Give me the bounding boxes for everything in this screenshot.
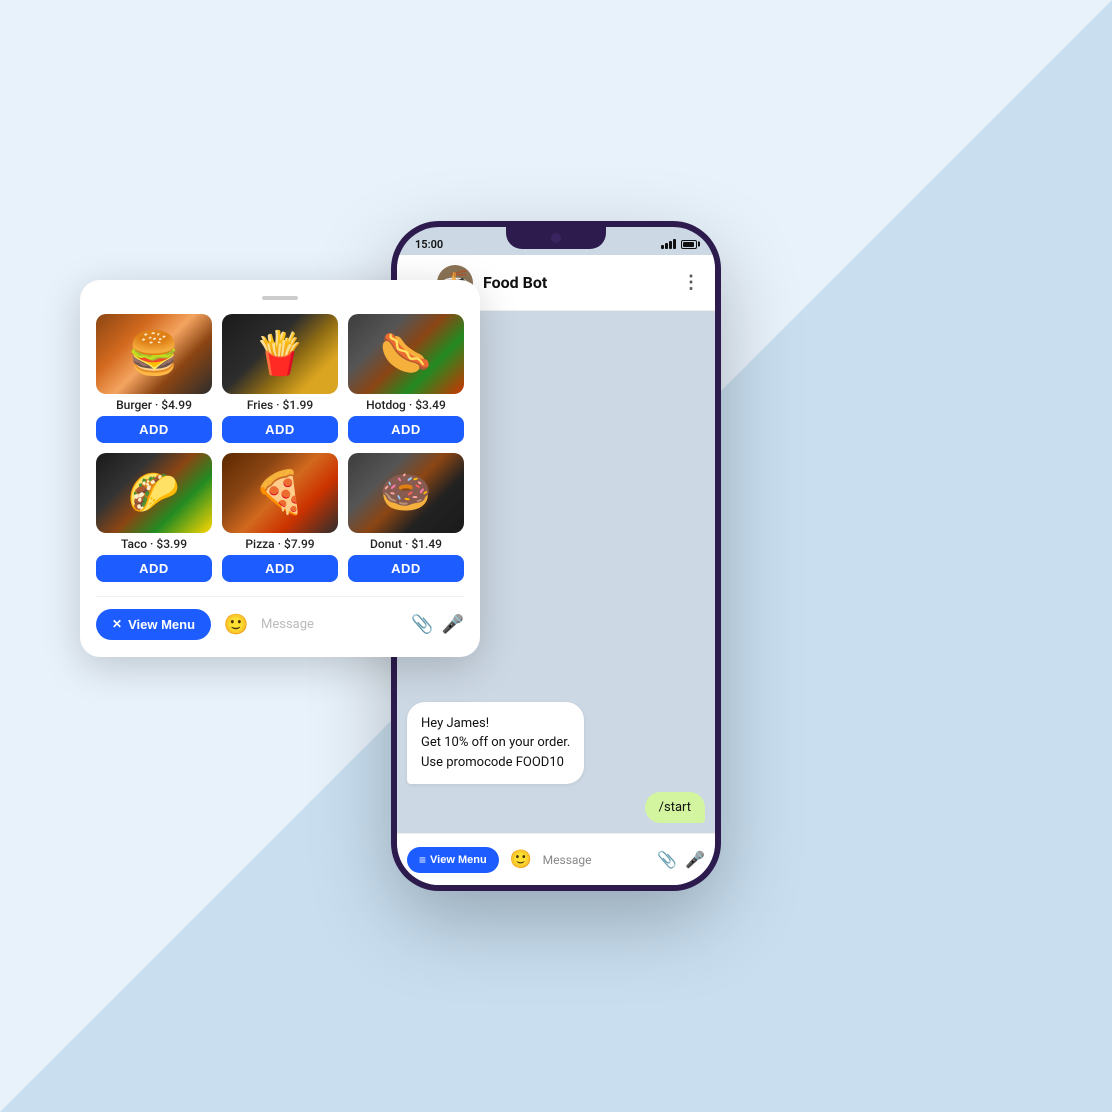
hotdog-image bbox=[348, 314, 464, 394]
view-menu-button[interactable]: ≡ View Menu bbox=[407, 847, 499, 873]
burger-image bbox=[96, 314, 212, 394]
phone-notch bbox=[506, 227, 606, 249]
view-menu-label: View Menu bbox=[430, 854, 487, 866]
taco-add-button[interactable]: ADD bbox=[96, 555, 212, 582]
menu-item-pizza: Pizza · $7.99 ADD bbox=[222, 453, 338, 582]
menu-lines-icon: ≡ bbox=[419, 853, 426, 867]
signal-bar-1 bbox=[661, 245, 664, 249]
menu-card: Burger · $4.99 ADD Fries · $1.99 ADD Hot… bbox=[80, 280, 480, 657]
x-icon: ✕ bbox=[112, 617, 122, 631]
signal-bar-2 bbox=[665, 243, 668, 249]
attach-icon-card[interactable]: 📎 bbox=[411, 614, 433, 635]
bot-name: Food Bot bbox=[483, 273, 682, 292]
attach-icon[interactable]: 📎 bbox=[657, 850, 677, 869]
notch-camera bbox=[551, 233, 561, 243]
burger-add-button[interactable]: ADD bbox=[96, 416, 212, 443]
mic-icon-card[interactable]: 🎤 bbox=[442, 614, 464, 635]
pizza-image bbox=[222, 453, 338, 533]
donut-image bbox=[348, 453, 464, 533]
battery-fill bbox=[683, 242, 694, 247]
taco-label: Taco · $3.99 bbox=[121, 537, 187, 551]
menu-item-fries: Fries · $1.99 ADD bbox=[222, 314, 338, 443]
view-menu-large-button[interactable]: ✕ View Menu bbox=[96, 609, 211, 640]
drag-handle bbox=[262, 296, 298, 300]
user-message: /start bbox=[645, 792, 705, 823]
more-menu-button[interactable]: ⋮ bbox=[682, 272, 701, 293]
status-time: 15:00 bbox=[415, 238, 443, 251]
mic-icon[interactable]: 🎤 bbox=[685, 850, 705, 869]
signal-icon bbox=[661, 239, 676, 249]
bot-message-text: Hey James!Get 10% off on your order.Use … bbox=[421, 716, 570, 770]
burger-label: Burger · $4.99 bbox=[116, 398, 192, 412]
signal-bar-4 bbox=[673, 239, 676, 249]
donut-label: Donut · $1.49 bbox=[370, 537, 442, 551]
menu-item-hotdog: Hotdog · $3.49 ADD bbox=[348, 314, 464, 443]
status-icons bbox=[661, 239, 697, 249]
menu-grid: Burger · $4.99 ADD Fries · $1.99 ADD Hot… bbox=[96, 314, 464, 582]
pizza-add-button[interactable]: ADD bbox=[222, 555, 338, 582]
menu-item-burger: Burger · $4.99 ADD bbox=[96, 314, 212, 443]
fries-image bbox=[222, 314, 338, 394]
signal-bar-3 bbox=[669, 241, 672, 249]
user-message-text: /start bbox=[659, 800, 691, 815]
fries-label: Fries · $1.99 bbox=[247, 398, 313, 412]
fries-add-button[interactable]: ADD bbox=[222, 416, 338, 443]
phone-input-bar: ≡ View Menu 🙂 Message 📎 🎤 bbox=[397, 833, 715, 885]
donut-add-button[interactable]: ADD bbox=[348, 555, 464, 582]
menu-bottom-bar: ✕ View Menu 🙂 Message 📎 🎤 bbox=[96, 596, 464, 641]
hotdog-label: Hotdog · $3.49 bbox=[366, 398, 446, 412]
taco-image bbox=[96, 453, 212, 533]
hotdog-add-button[interactable]: ADD bbox=[348, 416, 464, 443]
message-placeholder[interactable]: Message bbox=[261, 617, 403, 632]
menu-item-donut: Donut · $1.49 ADD bbox=[348, 453, 464, 582]
emoji-button-large[interactable]: 🙂 bbox=[219, 607, 253, 641]
battery-icon bbox=[681, 240, 697, 249]
scene: 15:00 ← 🍜 bbox=[0, 0, 1112, 1112]
pizza-label: Pizza · $7.99 bbox=[245, 537, 314, 551]
bot-message: Hey James!Get 10% off on your order.Use … bbox=[407, 702, 584, 785]
emoji-button-small[interactable]: 🙂 bbox=[507, 846, 535, 874]
message-input[interactable]: Message bbox=[543, 853, 649, 867]
menu-item-taco: Taco · $3.99 ADD bbox=[96, 453, 212, 582]
view-menu-large-label: View Menu bbox=[128, 617, 195, 632]
